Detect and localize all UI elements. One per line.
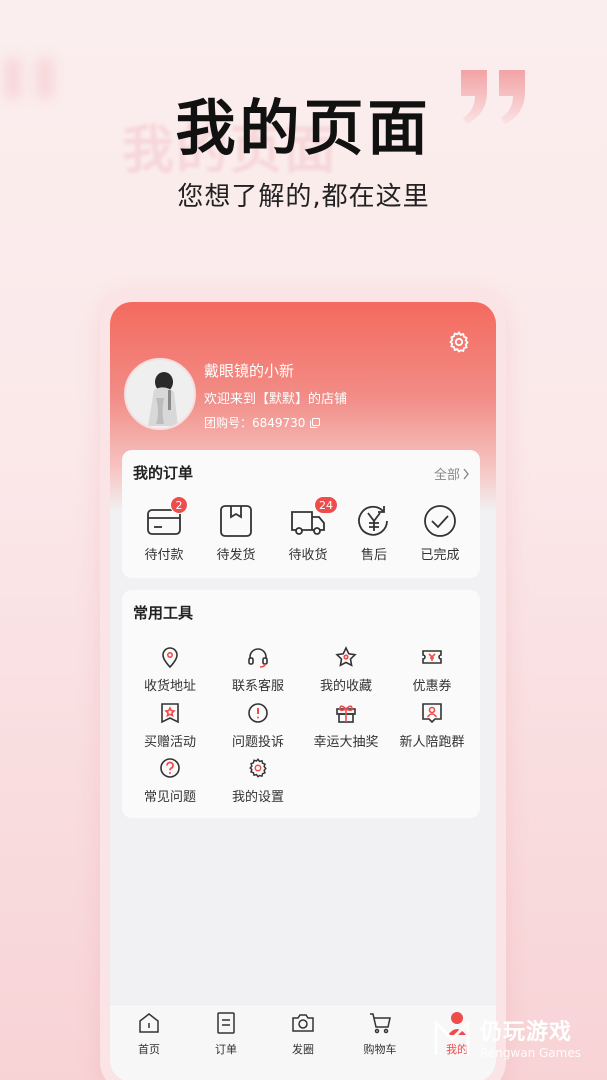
order-item-label: 待收货 (288, 548, 328, 563)
watermark-title: 仍玩游戏 (480, 1020, 573, 1045)
tab-label: 购物车 (363, 1043, 397, 1056)
location-pin-icon (162, 647, 178, 669)
order-pending-shipment[interactable]: 待发货 (206, 504, 266, 563)
watermark: 仍玩游戏 Rengwan Games (430, 1012, 600, 1062)
tab-moments[interactable]: 发圈 (273, 1011, 333, 1057)
gear-icon (249, 758, 267, 778)
tool-my-settings[interactable]: 我的设置 (214, 757, 302, 805)
settings-gear-icon[interactable] (447, 330, 471, 354)
tool-complaints[interactable]: 问题投诉 (214, 702, 302, 750)
group-id-row: 团购号：6849730 (204, 414, 321, 431)
hero-subtitle: 您想了解的,都在这里 (177, 182, 430, 212)
tab-cart[interactable]: 购物车 (350, 1011, 410, 1057)
order-item-label: 已完成 (420, 548, 460, 563)
tool-label: 常见问题 (143, 790, 196, 805)
order-item-label: 待付款 (144, 548, 184, 563)
user-badge-icon (422, 703, 442, 724)
orders-title: 我的订单 (133, 464, 194, 482)
order-pending-payment[interactable]: 2 待付款 (134, 496, 194, 563)
order-after-sales[interactable]: 售后 (344, 504, 404, 563)
all-orders-label: 全部 (433, 468, 460, 483)
tool-label: 买赠活动 (143, 735, 196, 750)
hero-title: 我的页面 (175, 94, 432, 164)
tool-coupons[interactable]: 优惠券 (388, 646, 476, 694)
order-item-label: 待发货 (216, 548, 256, 563)
tool-lucky-draw[interactable]: 幸运大抽奖 (302, 702, 390, 750)
tab-label: 发圈 (292, 1043, 314, 1056)
tab-orders[interactable]: 订单 (196, 1011, 256, 1057)
tool-shipping-address[interactable]: 收货地址 (126, 646, 214, 694)
gift-box-icon (336, 705, 356, 723)
home-icon (139, 1013, 159, 1033)
avatar[interactable] (124, 358, 196, 430)
group-id: 团购号：6849730 (204, 416, 306, 430)
tool-label: 幸运大抽奖 (313, 735, 379, 750)
camera-icon (292, 1014, 314, 1032)
watermark-subtitle: Rengwan Games (480, 1046, 581, 1060)
star-icon (335, 646, 357, 667)
tool-customer-service[interactable]: 联系客服 (214, 646, 302, 694)
order-list-icon (217, 1012, 235, 1034)
order-completed[interactable]: 已完成 (410, 504, 470, 563)
store-welcome: 欢迎来到【默默】的店铺 (204, 392, 348, 407)
tab-label: 订单 (215, 1043, 237, 1056)
tool-label: 收货地址 (143, 679, 196, 694)
tools-title: 常用工具 (133, 604, 194, 622)
check-circle-icon (424, 505, 456, 537)
question-circle-icon (160, 758, 180, 778)
yen-refund-icon (358, 505, 388, 536)
orders-card: 我的订单 全部 2 待付款 待发货 24 待收货 售后 已完成 (122, 450, 480, 578)
pending-payment-badge: 2 (170, 496, 188, 514)
alert-circle-icon (248, 703, 268, 723)
tool-label: 问题投诉 (231, 735, 284, 750)
gift-tag-icon (161, 703, 179, 724)
tool-faq[interactable]: 常见问题 (126, 757, 214, 805)
tab-home[interactable]: 首页 (119, 1011, 179, 1057)
tool-my-favorites[interactable]: 我的收藏 (302, 646, 390, 694)
tool-label: 优惠券 (412, 679, 452, 694)
chevron-right-icon (463, 468, 469, 479)
tool-label: 联系客服 (231, 679, 284, 694)
phone-mockup: 戴眼镜的小新 欢迎来到【默默】的店铺 团购号：6849730 我的订单 全部 2… (100, 292, 506, 1080)
tool-label: 我的收藏 (319, 679, 372, 694)
coupon-icon (422, 650, 442, 664)
tool-label: 我的设置 (231, 790, 284, 805)
watermark-logo-icon (434, 1019, 470, 1055)
tool-gift-promotions[interactable]: 买赠活动 (126, 702, 214, 750)
user-name: 戴眼镜的小新 (204, 362, 295, 380)
copy-icon[interactable] (309, 417, 321, 429)
package-box-icon (220, 505, 252, 537)
tools-card: 常用工具 收货地址 联系客服 我的收藏 优惠券 买赠活动 问题投诉 幸运大抽奖 … (122, 590, 480, 818)
headset-icon (248, 648, 268, 668)
tool-label: 新人陪跑群 (399, 735, 465, 750)
all-orders-link[interactable]: 全部 (434, 464, 470, 483)
order-item-label: 售后 (360, 548, 387, 563)
order-pending-receipt[interactable]: 24 待收货 (278, 496, 338, 563)
pending-receipt-badge: 24 (314, 496, 338, 514)
app-screen: 戴眼镜的小新 欢迎来到【默默】的店铺 团购号：6849730 我的订单 全部 2… (110, 302, 496, 1080)
tab-label: 首页 (138, 1043, 160, 1056)
tool-newcomer-group[interactable]: 新人陪跑群 (388, 702, 476, 750)
cart-icon (370, 1013, 391, 1034)
